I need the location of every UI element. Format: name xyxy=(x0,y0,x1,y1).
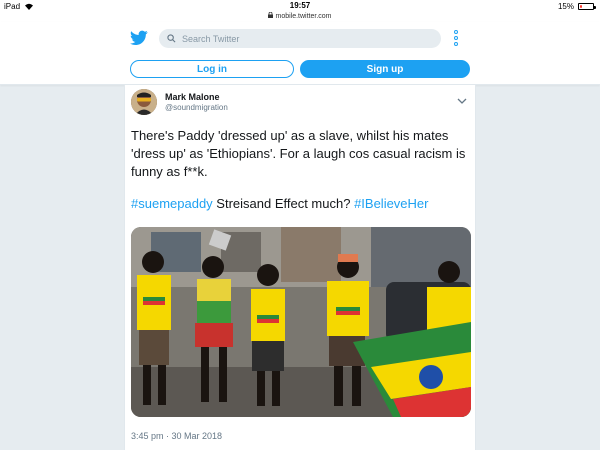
tweet-text: There's Paddy 'dressed up' as a slave, w… xyxy=(131,128,466,179)
tweet-photo[interactable] xyxy=(131,227,471,417)
photo-illustration xyxy=(131,227,471,417)
battery-icon xyxy=(578,3,596,10)
tweet-text-line2: #suemepaddy Streisand Effect much? #IBel… xyxy=(131,195,471,213)
clock: 19:57 xyxy=(289,1,311,10)
tweet-card: Mark Malone @soundmigration There's Padd… xyxy=(124,85,476,450)
address-bar[interactable]: mobile.twitter.com xyxy=(0,11,600,22)
search-box[interactable] xyxy=(159,29,441,48)
lock-icon xyxy=(268,11,274,20)
chevron-down-icon[interactable] xyxy=(457,92,467,104)
hashtag-link[interactable]: #IBelieveHer xyxy=(354,196,428,211)
author-handle[interactable]: @soundmigration xyxy=(165,103,228,112)
twitter-bird-icon[interactable] xyxy=(130,30,148,46)
battery-level xyxy=(580,5,582,8)
hashtag-link[interactable]: #suemepaddy xyxy=(131,196,213,211)
status-right: 15% xyxy=(557,2,596,11)
search-input[interactable] xyxy=(182,33,422,44)
tweet-timestamp[interactable]: 3:45 pm · 30 Mar 2018 xyxy=(131,431,222,441)
more-options-icon[interactable] xyxy=(452,30,460,46)
signup-button[interactable]: Sign up xyxy=(300,60,470,78)
author-name[interactable]: Mark Malone xyxy=(165,92,220,102)
twitter-header: Log in Sign up xyxy=(0,22,600,85)
url-text: mobile.twitter.com xyxy=(275,13,332,20)
battery-percent: 15% xyxy=(557,2,574,11)
search-icon xyxy=(167,30,176,48)
tweet-text-middle: Streisand Effect much? xyxy=(212,196,355,211)
avatar[interactable] xyxy=(131,89,157,115)
login-button[interactable]: Log in xyxy=(130,60,294,78)
